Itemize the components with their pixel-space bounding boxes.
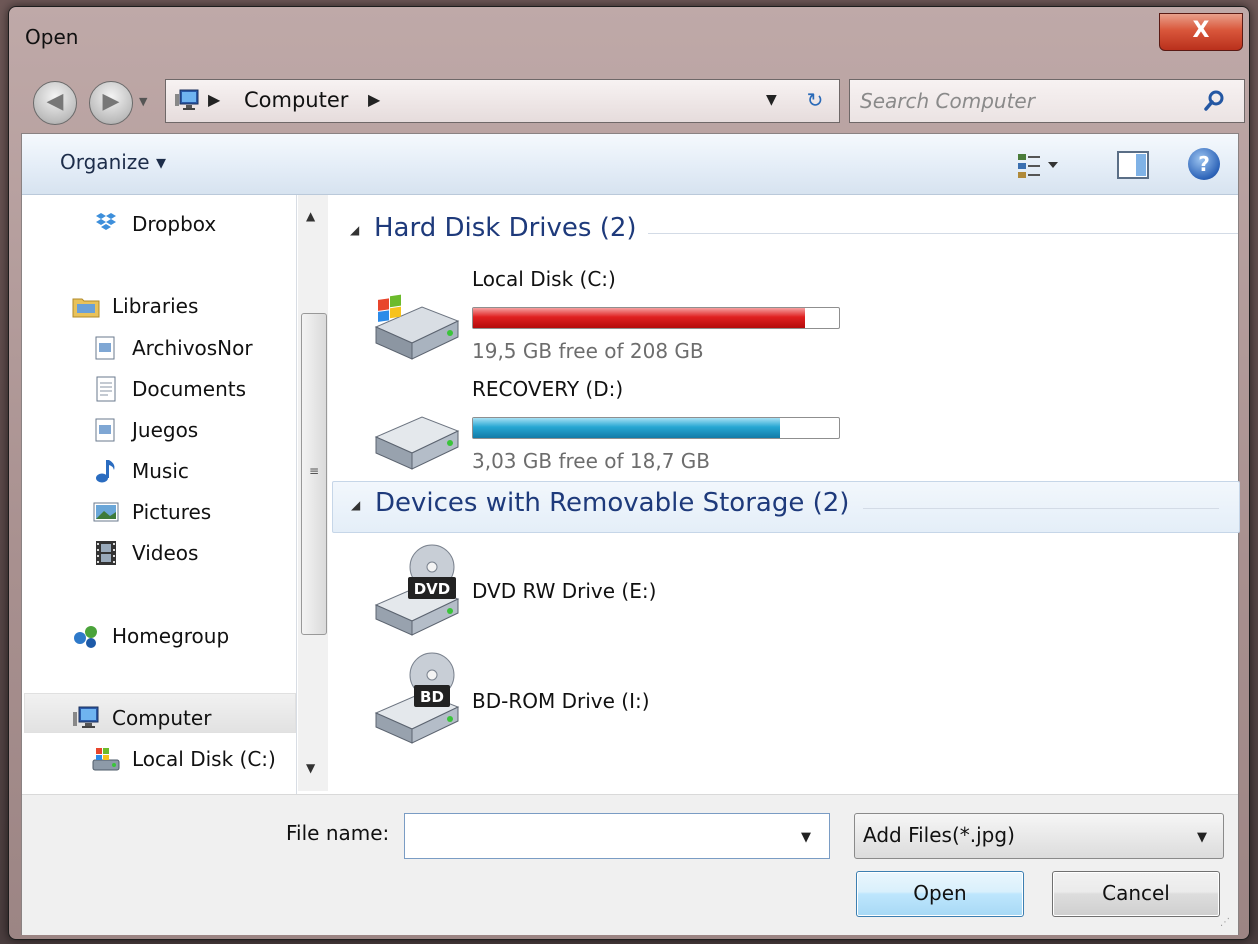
preview-pane-button[interactable]	[1116, 150, 1150, 180]
documents-icon	[96, 376, 116, 402]
group-title: Hard Disk Drives (2)	[374, 213, 637, 243]
scroll-down-arrow[interactable]: ▼	[306, 761, 315, 775]
file-type-dropdown-icon[interactable]: ▼	[1197, 830, 1207, 845]
computer-icon	[175, 89, 199, 110]
dvd-drive-icon: DVD	[374, 544, 460, 636]
change-view-button[interactable]	[1016, 150, 1062, 180]
breadcrumb-separator[interactable]: ▶	[368, 90, 380, 109]
address-bar[interactable]: ▶ Computer ▶ ▼	[165, 79, 793, 123]
music-icon	[96, 460, 115, 483]
command-bar: Organize ▾ ?	[22, 134, 1238, 195]
scroll-grip-icon: ≡	[309, 464, 320, 478]
sidebar-item-label: Juegos	[132, 418, 199, 442]
file-name-combobox[interactable]: ▼	[404, 813, 830, 859]
group-title: Devices with Removable Storage (2)	[375, 488, 850, 518]
search-box[interactable]	[849, 79, 1245, 123]
sidebar-item-label: Homegroup	[112, 624, 230, 648]
dialog-title: Open	[25, 25, 79, 49]
sidebar-item-label: ArchivosNor	[132, 336, 253, 360]
drive-usage-fill	[473, 308, 805, 328]
group-hard-disk-drives[interactable]: ◢ Hard Disk Drives (2)	[332, 213, 1238, 253]
search-icon[interactable]	[1202, 88, 1226, 112]
drive-usage-bar	[472, 307, 840, 329]
collapse-triangle-icon[interactable]: ◢	[351, 498, 360, 512]
group-divider	[863, 508, 1219, 509]
help-button[interactable]: ?	[1188, 148, 1220, 180]
sidebar-item-label: Pictures	[132, 500, 212, 524]
back-button[interactable]: ◀	[33, 81, 77, 125]
sidebar-item-label: Videos	[132, 541, 199, 565]
file-name-dropdown-icon[interactable]: ▼	[801, 830, 811, 845]
cancel-button[interactable]: Cancel	[1052, 871, 1220, 917]
pictures-icon	[93, 502, 119, 522]
scroll-thumb[interactable]: ≡	[301, 313, 327, 635]
hard-drive-icon	[374, 416, 460, 470]
breadcrumb-computer[interactable]: Computer	[244, 88, 348, 112]
hard-drive-windows-icon	[374, 294, 460, 360]
forward-button[interactable]: ▶	[89, 81, 133, 125]
homegroup-icon	[74, 626, 97, 648]
drive-name: DVD RW Drive (E:)	[472, 579, 657, 603]
recent-pages-dropdown[interactable]: ▼	[139, 95, 147, 108]
dropbox-icon	[96, 213, 116, 230]
sidebar-item-label: Dropbox	[132, 212, 217, 236]
sidebar-item-label: Local Disk (C:)	[132, 747, 276, 771]
videos-icon	[96, 541, 116, 565]
scroll-up-arrow[interactable]: ▲	[306, 209, 315, 223]
file-list: ◢ Hard Disk Drives (2) Local Disk (C:) 1…	[332, 195, 1240, 791]
refresh-button[interactable]: ↻	[791, 79, 840, 123]
navigation-pane: Dropbox Libraries ArchivosNor Documents …	[22, 195, 297, 795]
drive-usage-bar	[472, 417, 840, 439]
file-name-input[interactable]	[411, 820, 795, 854]
organize-button[interactable]: Organize ▾	[60, 150, 166, 174]
dialog-footer: File name: ▼ Add Files(*.jpg) ▼ Open Can…	[22, 794, 1238, 935]
libraries-icon	[72, 298, 100, 318]
sidebar-item-label: Documents	[132, 377, 247, 401]
group-removable-storage[interactable]: ◢ Devices with Removable Storage (2)	[332, 481, 1240, 533]
search-input[interactable]	[858, 86, 1192, 116]
dialog-body: Organize ▾ ? Dropbox Libraries ArchivosN…	[21, 133, 1240, 935]
drive-name: BD-ROM Drive (I:)	[472, 689, 650, 713]
collapse-triangle-icon[interactable]: ◢	[350, 223, 359, 237]
library-icon	[95, 418, 115, 442]
bd-drive-icon: BD	[374, 652, 460, 744]
local-disk-icon	[92, 748, 120, 771]
drive-usage-fill	[473, 418, 780, 438]
navigation-scrollbar[interactable]: ▲ ≡ ▼	[298, 195, 328, 791]
file-type-select[interactable]: Add Files(*.jpg) ▼	[854, 813, 1224, 859]
open-button[interactable]: Open	[856, 871, 1024, 917]
file-name-label: File name:	[286, 821, 390, 845]
sidebar-item-label: Music	[132, 459, 189, 483]
file-type-value: Add Files(*.jpg)	[863, 823, 1015, 847]
drive-free-space: 3,03 GB free of 18,7 GB	[472, 449, 710, 473]
drive-name: RECOVERY (D:)	[472, 377, 624, 401]
drive-free-space: 19,5 GB free of 208 GB	[472, 339, 704, 363]
dvd-badge-text: DVD	[414, 580, 451, 598]
bd-badge-text: BD	[420, 688, 444, 706]
open-dialog: Open X ◀ ▶ ▼ ▶ Computer ▶ ▼ ↻ Organize ▾	[8, 6, 1250, 940]
resize-grip-icon[interactable]: ⋰	[1220, 917, 1230, 928]
computer-icon	[73, 706, 99, 728]
breadcrumb-separator[interactable]: ▶	[208, 90, 220, 109]
sidebar-item-label: Libraries	[112, 294, 199, 318]
group-divider	[648, 233, 1238, 234]
drive-name: Local Disk (C:)	[472, 267, 616, 291]
address-dropdown[interactable]: ▼	[766, 92, 777, 108]
close-button[interactable]: X	[1159, 13, 1243, 51]
sidebar-item-label: Computer	[112, 706, 212, 730]
library-icon	[95, 336, 115, 360]
